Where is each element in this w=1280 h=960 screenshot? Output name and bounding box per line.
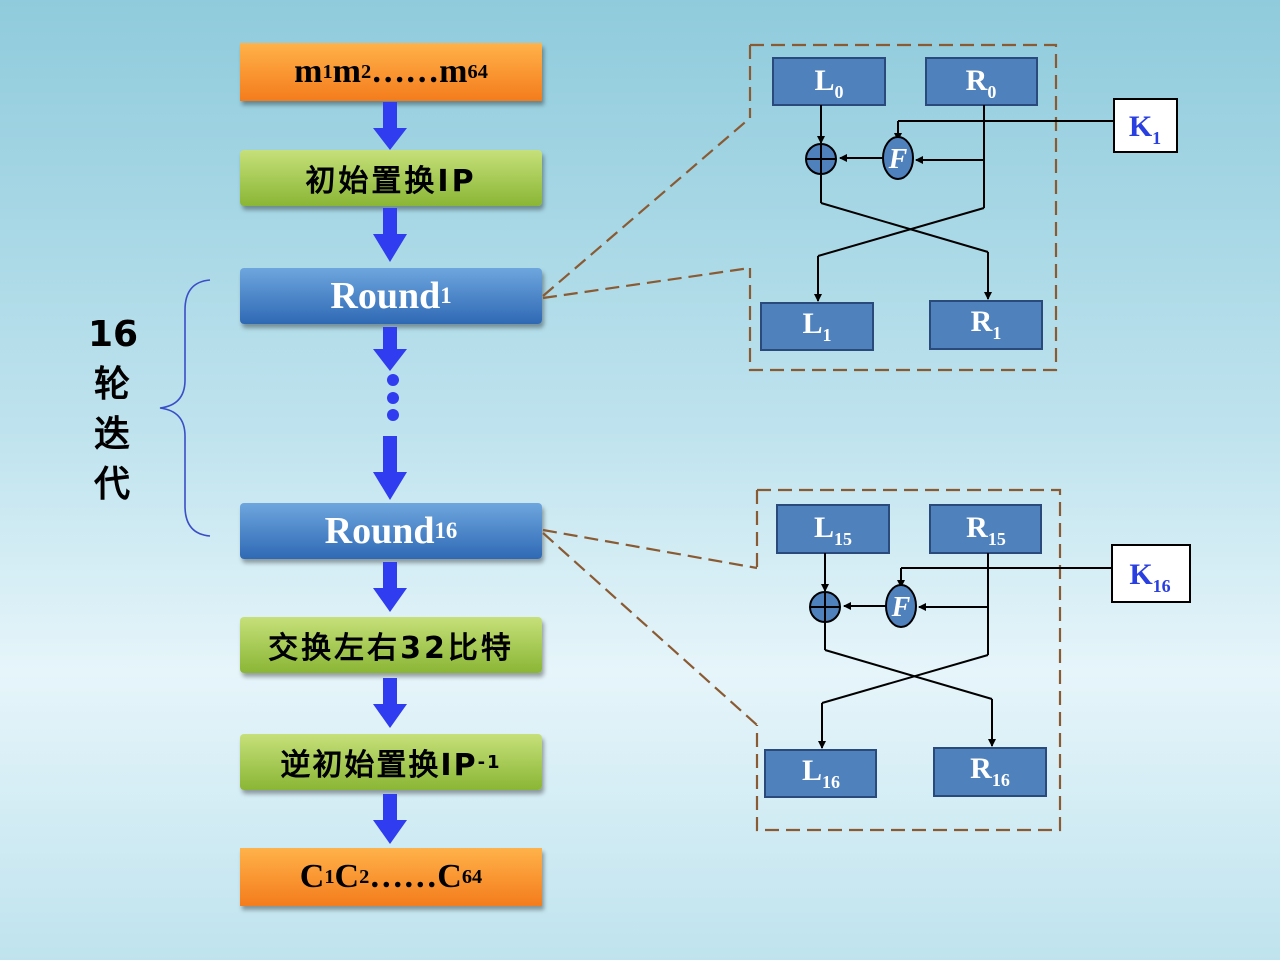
flow-arrows [373,102,407,844]
dashed-connectors [542,43,1062,832]
arrow-down-6 [373,678,407,728]
brace [159,279,211,537]
des-diagram: L0 R0 L1 R1 F L15 R15 L16 R16 F K1 K16 [159,43,1191,844]
round-1-detail [760,57,1178,351]
arrow-down-2 [373,208,407,262]
dot-1 [387,374,399,386]
arrow-down-7 [373,794,407,844]
arrow-down-3 [373,327,407,371]
label-F: F [888,144,908,175]
label-F-2: F [891,592,911,623]
dot-2 [387,392,399,404]
dot-3 [387,409,399,421]
arrow-down-5 [373,562,407,612]
arrow-down-4 [373,436,407,500]
arrow-down-1 [373,102,407,150]
